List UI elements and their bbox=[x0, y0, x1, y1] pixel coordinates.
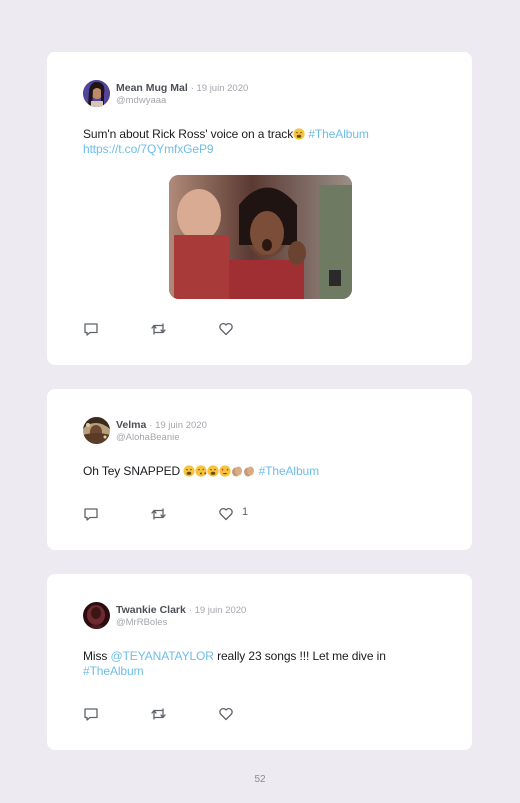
hashtag-link[interactable]: #TheAlbum bbox=[308, 127, 369, 141]
tweet-card: Velma · 19 juin 2020 @AlohaBeanie Oh Tey… bbox=[47, 389, 472, 550]
author-handle[interactable]: @MrRBoles bbox=[116, 617, 167, 628]
like-button[interactable] bbox=[218, 706, 234, 722]
weary-face-icon bbox=[207, 465, 219, 477]
tweet-card: Mean Mug Mal · 19 juin 2020 @mdwyaaa Sum… bbox=[47, 52, 472, 365]
tweet-body: Sum'n about Rick Ross' voice on a track bbox=[83, 127, 294, 141]
author-handle[interactable]: @mdwyaaa bbox=[116, 95, 166, 106]
tweet-body: Oh Tey SNAPPED bbox=[83, 464, 181, 478]
retweet-icon bbox=[151, 323, 166, 335]
like-count: 1 bbox=[242, 506, 249, 518]
face-blowing-kiss-icon bbox=[195, 465, 207, 477]
reply-button[interactable] bbox=[83, 706, 99, 722]
reply-icon bbox=[84, 508, 98, 521]
heart-icon bbox=[219, 507, 233, 521]
like-button[interactable]: 1 bbox=[218, 506, 248, 522]
mention-link[interactable]: @TEYANATAYLOR bbox=[111, 649, 214, 663]
reply-icon bbox=[84, 323, 98, 336]
tweet-text: Sum'n about Rick Ross' voice on a track … bbox=[83, 127, 442, 157]
url-link[interactable]: https://t.co/7QYmfxGeP9 bbox=[83, 142, 214, 156]
heart-icon bbox=[219, 322, 233, 336]
avatar[interactable] bbox=[83, 417, 110, 444]
author-name[interactable]: Twankie Clark · 19 juin 2020 bbox=[116, 604, 246, 616]
tweet-body-continued: really 23 songs !!! Let me dive in bbox=[213, 649, 386, 663]
like-button[interactable] bbox=[218, 321, 234, 337]
page-number: 52 bbox=[254, 774, 266, 785]
tweet-body: Miss bbox=[83, 649, 108, 663]
avatar[interactable] bbox=[83, 602, 110, 629]
reply-button[interactable] bbox=[83, 506, 99, 522]
hashtag-link[interactable]: #TheAlbum bbox=[259, 464, 320, 478]
tweet-actions: 1 bbox=[83, 506, 333, 522]
clapping-hands-icon bbox=[231, 465, 243, 477]
reply-icon bbox=[84, 708, 98, 721]
author-handle[interactable]: @AlohaBeanie bbox=[116, 432, 180, 443]
tweet-text: Miss @TEYANATAYLOR really 23 songs !!! L… bbox=[83, 649, 442, 679]
tweet-media-gif[interactable] bbox=[169, 175, 352, 299]
hashtag-link[interactable]: #TheAlbum bbox=[83, 664, 144, 678]
author-name-text[interactable]: Mean Mug Mal bbox=[116, 82, 188, 94]
tweet-card: Twankie Clark · 19 juin 2020 @MrRBoles M… bbox=[47, 574, 472, 750]
clapping-hands-icon bbox=[243, 465, 255, 477]
retweet-icon bbox=[151, 708, 166, 720]
retweet-button[interactable] bbox=[150, 706, 167, 722]
author-name[interactable]: Mean Mug Mal · 19 juin 2020 bbox=[116, 82, 248, 94]
tweet-text: Oh Tey SNAPPED #TheAlbum bbox=[83, 464, 442, 479]
author-name-text[interactable]: Velma bbox=[116, 419, 146, 431]
heart-eyes-face-icon bbox=[219, 465, 231, 477]
author-name-text[interactable]: Twankie Clark bbox=[116, 604, 186, 616]
retweet-button[interactable] bbox=[150, 506, 167, 522]
author-name[interactable]: Velma · 19 juin 2020 bbox=[116, 419, 207, 431]
avatar[interactable] bbox=[83, 80, 110, 107]
retweet-icon bbox=[151, 508, 166, 520]
tweet-date[interactable]: · 19 juin 2020 bbox=[149, 420, 207, 431]
tweet-actions bbox=[83, 321, 333, 337]
weary-face-icon bbox=[293, 128, 305, 140]
weary-face-icon bbox=[183, 465, 195, 477]
tweet-actions bbox=[83, 706, 333, 722]
tweet-date[interactable]: · 19 juin 2020 bbox=[189, 605, 247, 616]
heart-icon bbox=[219, 707, 233, 721]
reply-button[interactable] bbox=[83, 321, 99, 337]
tweet-date[interactable]: · 19 juin 2020 bbox=[191, 83, 249, 94]
retweet-button[interactable] bbox=[150, 321, 167, 337]
